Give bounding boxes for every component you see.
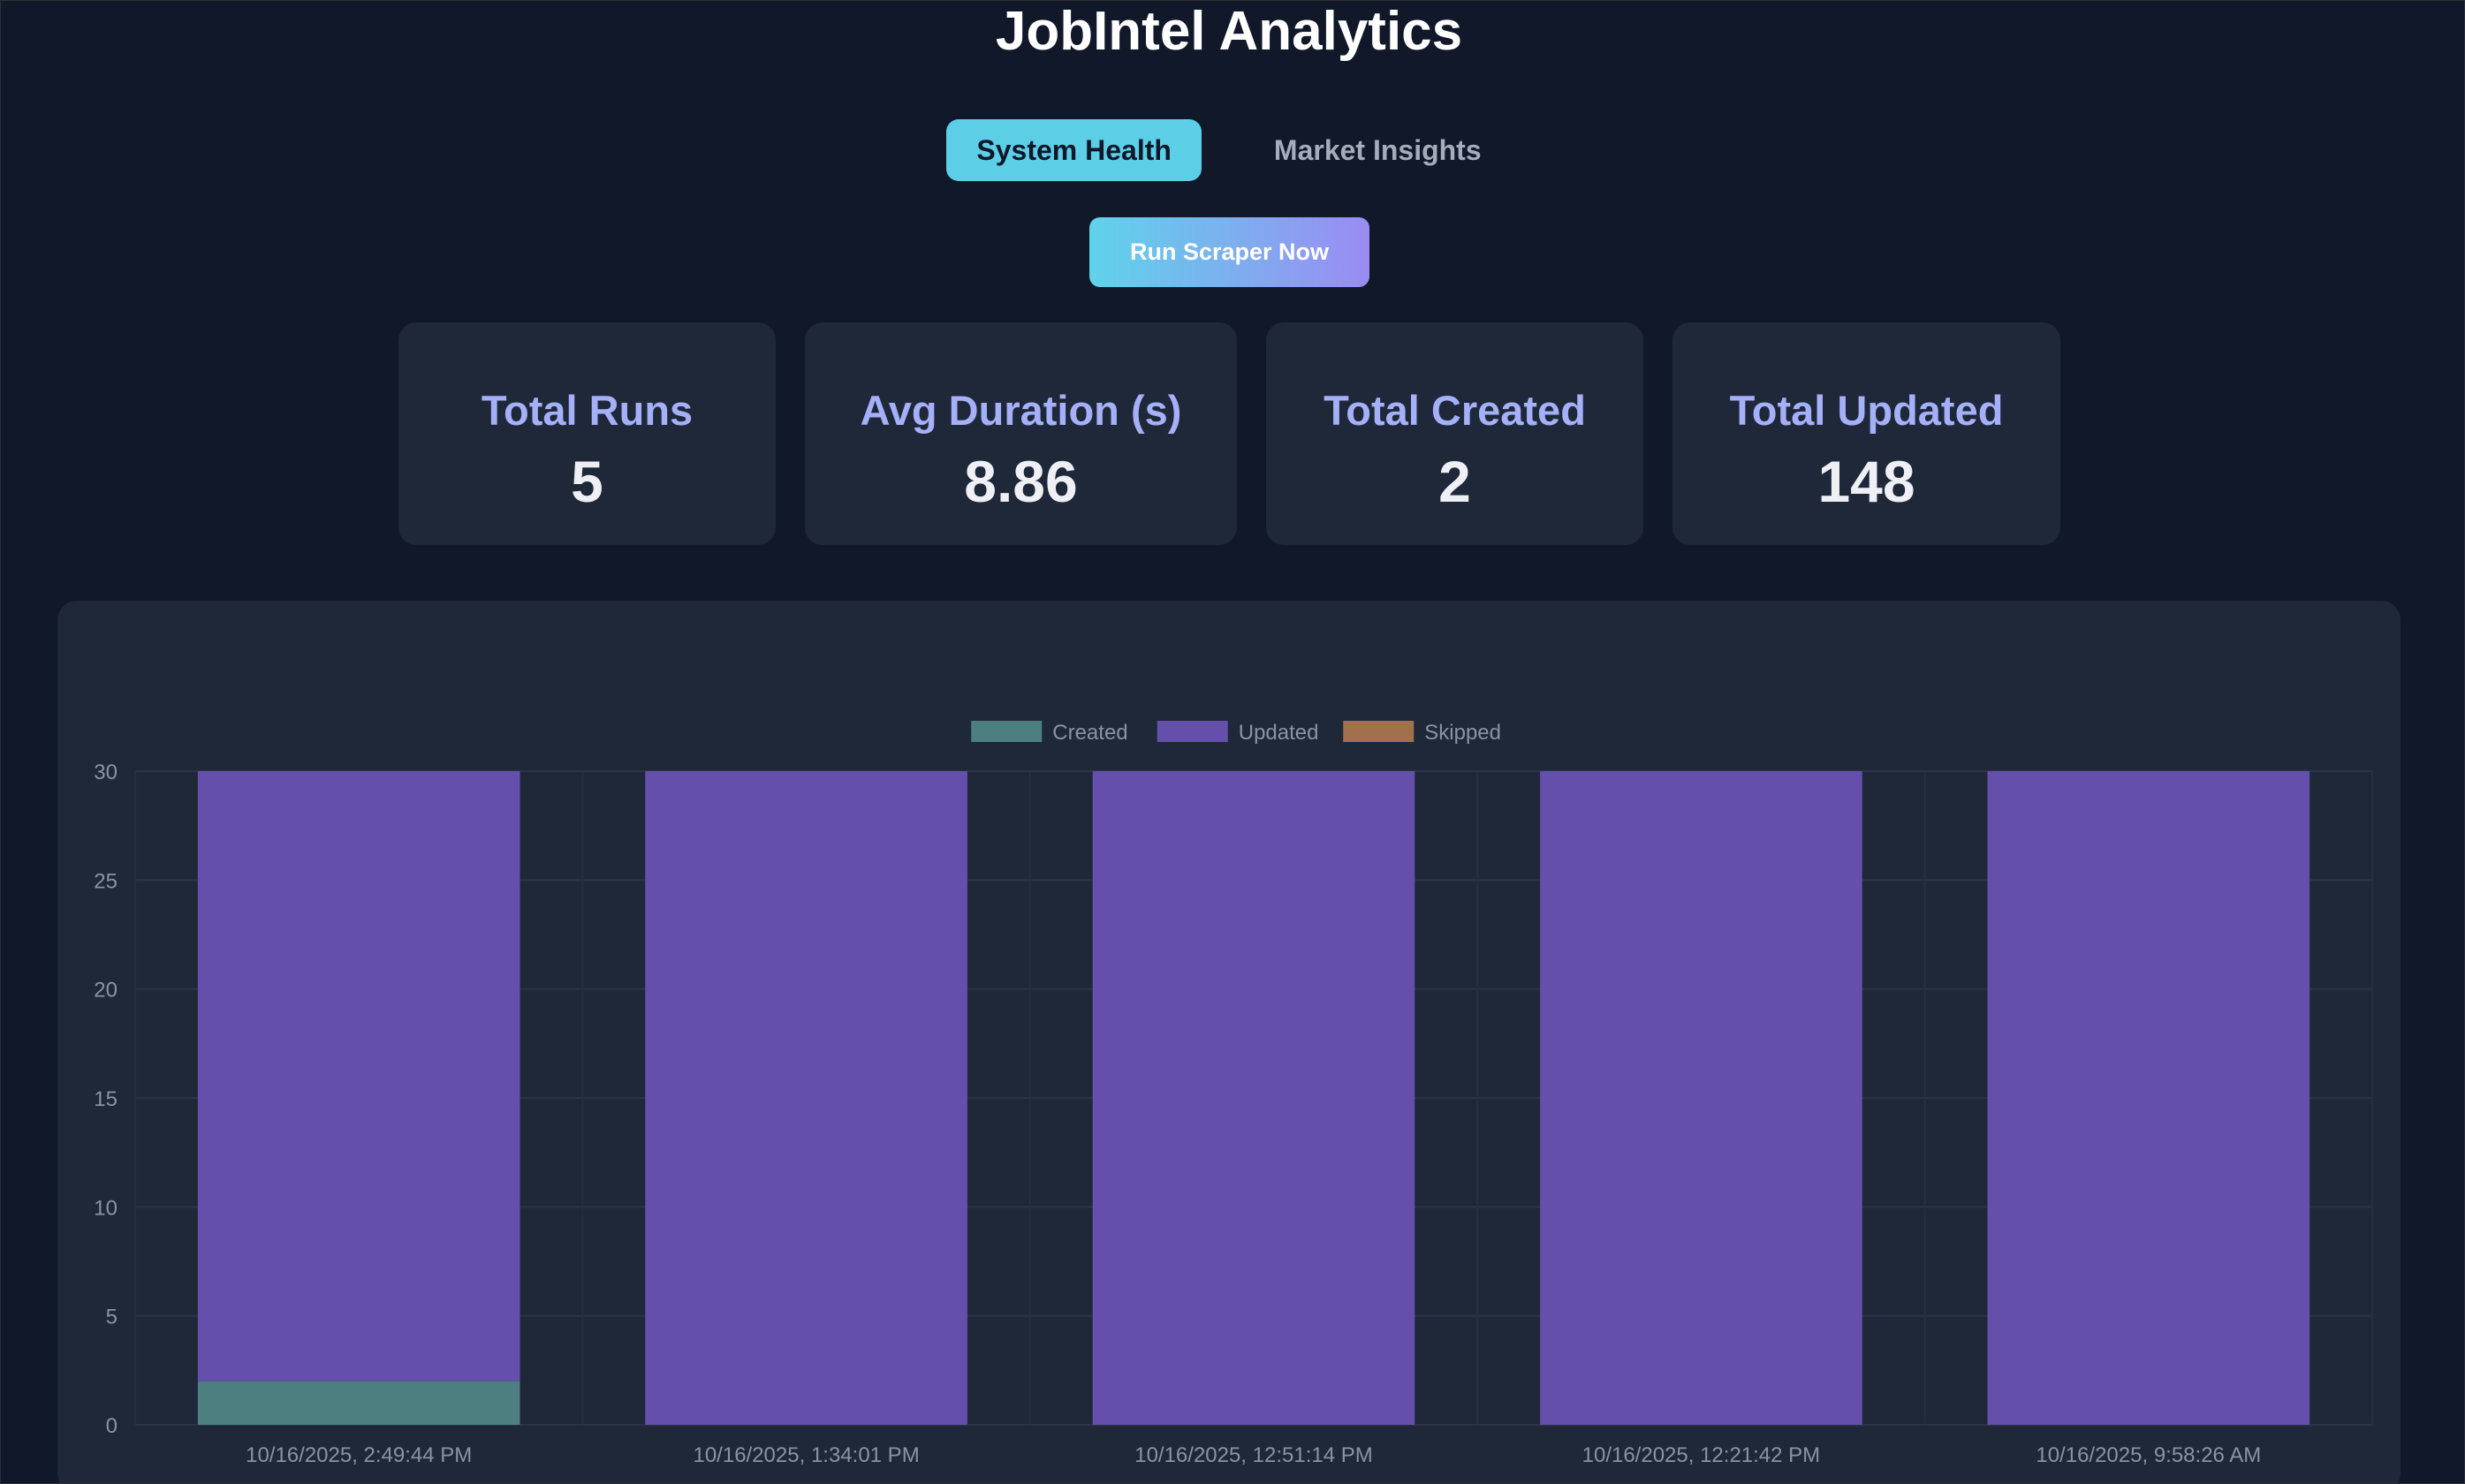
stat-label: Avg Duration (s) — [860, 387, 1182, 434]
stat-card-total-updated: Total Updated 148 — [1672, 322, 2060, 545]
legend-label-created: Created — [1052, 721, 1127, 745]
stat-value: 2 — [1438, 449, 1471, 514]
x-tick-label: 10/16/2025, 1:34:01 PM — [693, 1443, 919, 1467]
bar-updated — [1987, 771, 2310, 1425]
stat-label: Total Runs — [481, 387, 694, 434]
stat-value: 5 — [571, 449, 603, 514]
stat-value: 148 — [1817, 449, 1915, 514]
x-tick-label: 10/16/2025, 12:51:14 PM — [1134, 1443, 1373, 1467]
x-tick-label: 10/16/2025, 12:21:42 PM — [1582, 1443, 1821, 1467]
x-tick-label: 10/16/2025, 2:49:44 PM — [246, 1443, 472, 1467]
legend-label-updated: Updated — [1239, 721, 1319, 745]
stat-card-total-runs: Total Runs 5 — [398, 322, 776, 545]
y-tick-label: 25 — [94, 869, 118, 893]
stat-card-avg-duration: Avg Duration (s) 8.86 — [805, 322, 1237, 545]
bar-updated — [645, 771, 967, 1425]
legend-label-skipped: Skipped — [1424, 721, 1501, 745]
bar-updated — [1540, 771, 1862, 1425]
tab-system-health[interactable]: System Health — [946, 119, 1202, 181]
stat-label: Total Created — [1324, 387, 1586, 434]
y-tick-label: 0 — [106, 1414, 118, 1438]
stat-label: Total Updated — [1729, 387, 2004, 434]
stat-value: 8.86 — [964, 449, 1078, 514]
y-tick-label: 10 — [94, 1196, 118, 1220]
bar-updated — [197, 771, 520, 1382]
legend-swatch-updated — [1157, 721, 1228, 742]
runs-bar-chart: 0 5 10 15 20 25 30 10/16/2025, 2:49:44 PM 10/16/… — [94, 721, 2373, 1467]
tab-market-insights[interactable]: Market Insights — [1244, 119, 1512, 181]
y-tick-label: 30 — [94, 761, 118, 784]
legend-swatch-created — [971, 721, 1043, 742]
y-tick-label: 20 — [94, 979, 118, 1003]
bar-created — [197, 1381, 520, 1425]
tab-bar: System Health Market Insights — [1, 119, 2457, 181]
app-window: JobIntel Analytics System Health Market … — [0, 0, 2465, 1484]
run-scraper-button[interactable]: Run Scraper Now — [1089, 217, 1369, 287]
x-tick-label: 10/16/2025, 9:58:26 AM — [2036, 1443, 2261, 1467]
page-title: JobIntel Analytics — [995, 1, 1463, 62]
stat-card-total-created: Total Created 2 — [1266, 322, 1643, 545]
chart-panel: 0 5 10 15 20 25 30 10/16/2025, 2:49:44 PM 10/16/… — [57, 601, 2401, 1483]
y-tick-label: 5 — [106, 1306, 118, 1329]
bar-updated — [1092, 771, 1415, 1425]
y-tick-label: 15 — [94, 1087, 118, 1111]
legend-swatch-skipped — [1343, 721, 1415, 742]
